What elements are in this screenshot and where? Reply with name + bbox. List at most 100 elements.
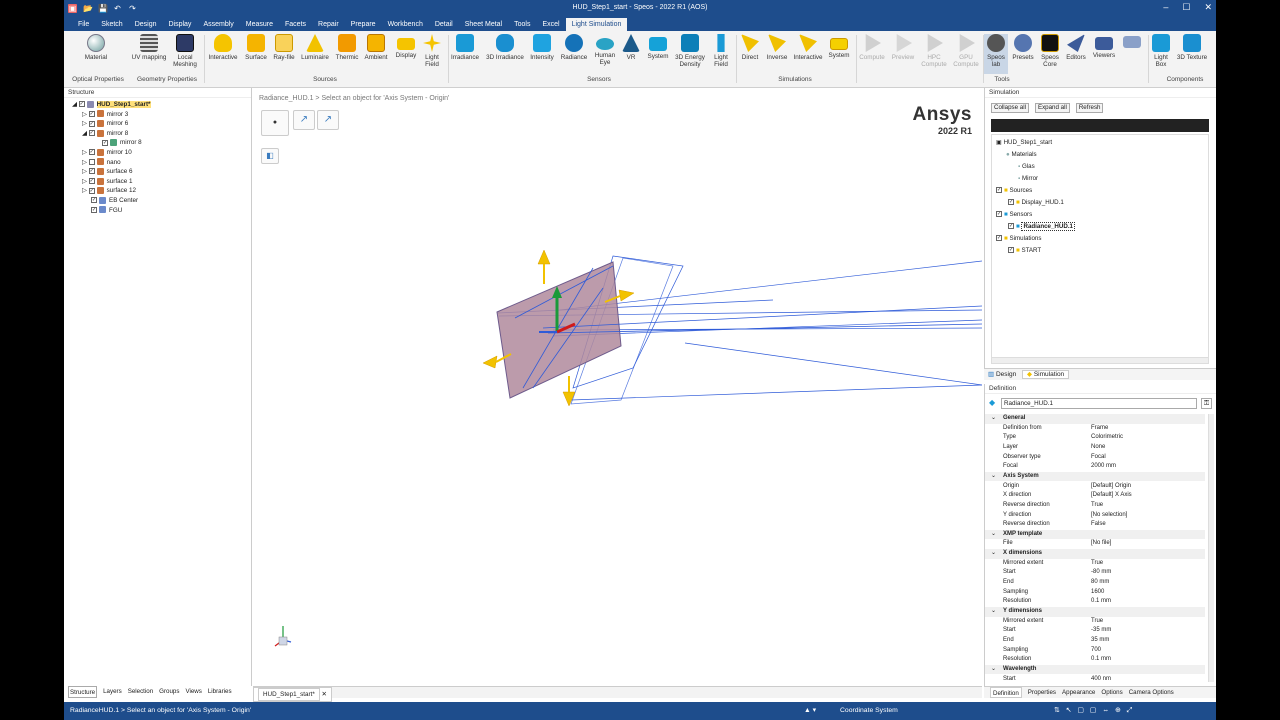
editors-button[interactable]: Editors	[1064, 34, 1088, 61]
property-row[interactable]: Resolution 0.1 mm	[985, 655, 1205, 665]
tab-design[interactable]: Design	[129, 18, 163, 31]
3d-viewport[interactable]: Radiance_HUD.1 > Select an object for 'A…	[253, 88, 982, 686]
property-section[interactable]: ⌄ General	[985, 414, 1205, 424]
lock-icon[interactable]: ⚿	[1201, 398, 1212, 409]
tab-sheet-metal[interactable]: Sheet Metal	[459, 18, 508, 31]
tab-simulation-panel[interactable]: ◆ Simulation	[1022, 370, 1070, 379]
out-button[interactable]	[1122, 34, 1142, 50]
property-value[interactable]: [No file]	[1091, 539, 1111, 549]
tab-assembly[interactable]: Assembly	[197, 18, 239, 31]
luminaire-button[interactable]: Luminaire	[300, 34, 330, 61]
property-section[interactable]: ⌄ XMP template	[985, 529, 1205, 540]
property-row[interactable]: Resolution 0.1 mm	[985, 597, 1205, 607]
property-value[interactable]: True	[1091, 617, 1103, 627]
direct-simulation-button[interactable]: Direct	[738, 34, 762, 61]
uv-mapping-button[interactable]: UV mapping	[130, 34, 168, 61]
tab-excel[interactable]: Excel	[536, 18, 565, 31]
tab-camera-options[interactable]: Camera Options	[1129, 687, 1174, 698]
interactive-source-button[interactable]: Interactive	[207, 34, 239, 61]
light-field-source-button[interactable]: Light Field	[421, 34, 443, 68]
property-value[interactable]: 700	[1091, 646, 1101, 656]
tab-file[interactable]: File	[72, 18, 95, 31]
checkbox[interactable]: ✓	[1008, 199, 1014, 206]
sim-tree-item[interactable]: ▪ Mirror	[1018, 174, 1038, 183]
human-eye-button[interactable]: Human Eye	[592, 34, 618, 66]
property-section[interactable]: ⌄ X dimensions	[985, 549, 1205, 559]
property-value[interactable]: [No selection]	[1091, 511, 1127, 521]
texture-3d-button[interactable]: 3D Texture	[1174, 34, 1210, 61]
collapse-icon[interactable]: ⌄	[991, 414, 996, 424]
expand-icon[interactable]: ▷	[82, 159, 89, 166]
property-row[interactable]: X direction [Default] X Axis	[985, 491, 1205, 501]
inverse-simulation-button[interactable]: Inverse	[764, 34, 790, 61]
property-row[interactable]: Y direction [No selection]	[985, 511, 1205, 521]
intensity-sensor-button[interactable]: Intensity	[528, 34, 556, 61]
expand-all-button[interactable]: Expand all	[1034, 103, 1070, 113]
property-value[interactable]: 0.1 mm	[1091, 655, 1111, 665]
tree-item[interactable]: ✓ mirror 8	[64, 138, 251, 148]
tree-item-root[interactable]: ◢ ✓ HUD_Step1_start*	[64, 100, 251, 110]
light-box-button[interactable]: Light Box	[1150, 34, 1172, 68]
definition-scrollbar[interactable]	[1208, 414, 1214, 682]
property-value[interactable]: 1600	[1091, 588, 1104, 598]
interactive-simulation-button[interactable]: Interactive	[792, 34, 824, 61]
tab-groups[interactable]: Groups	[159, 686, 179, 698]
checkbox[interactable]: ✓	[88, 168, 95, 175]
property-section[interactable]: ⌄ Axis System	[985, 471, 1205, 482]
property-row[interactable]: Focal 2000 mm	[985, 462, 1205, 472]
surface-source-button[interactable]: Surface	[244, 34, 268, 61]
horizontal-scrollbar[interactable]	[992, 357, 1208, 363]
checkbox[interactable]: ✓	[88, 178, 95, 185]
tab-repair[interactable]: Repair	[312, 18, 345, 31]
collapse-icon[interactable]: ⌄	[991, 530, 996, 540]
ray-file-button[interactable]: Ray-file	[272, 34, 296, 61]
tab-properties[interactable]: Properties	[1028, 687, 1056, 698]
tab-display[interactable]: Display	[162, 18, 197, 31]
property-row[interactable]: Start 400 nm	[985, 675, 1205, 685]
checkbox[interactable]: ✓	[102, 139, 108, 146]
tab-light-simulation[interactable]: Light Simulation	[565, 18, 628, 31]
collapse-icon[interactable]: ◢	[72, 101, 79, 108]
property-row[interactable]: End 80 mm	[985, 578, 1205, 588]
property-section[interactable]: ⌄ Wavelength	[985, 664, 1205, 675]
tab-layers[interactable]: Layers	[103, 686, 122, 698]
system-sensor-button[interactable]: System	[645, 34, 671, 60]
document-tab[interactable]: HUD_Step1_start* ✕	[253, 687, 332, 702]
tab-definition[interactable]: Definition	[990, 687, 1022, 698]
property-value[interactable]: Frame	[1091, 424, 1108, 434]
gpu-compute-button[interactable]: GPU Compute	[952, 34, 980, 68]
irradiance-sensor-button[interactable]: Irradiance	[450, 34, 480, 61]
sim-tree-sensors[interactable]: ✓ ■ Sensors	[996, 210, 1032, 219]
checkbox[interactable]: ✓	[91, 206, 97, 213]
checkbox[interactable]: ✓	[1008, 247, 1014, 254]
maximize-button[interactable]: ☐	[1182, 2, 1190, 13]
tree-item[interactable]: ▷ ✓ surface 12	[64, 186, 251, 196]
radiance-sensor-button[interactable]: Radiance	[560, 34, 588, 61]
sim-tree-root[interactable]: ▣ HUD_Step1_start	[996, 138, 1052, 147]
property-value[interactable]: True	[1091, 559, 1103, 569]
checkbox[interactable]: ✓	[996, 211, 1002, 218]
tab-facets[interactable]: Facets	[279, 18, 312, 31]
checkbox[interactable]: ✓	[88, 120, 95, 127]
property-row[interactable]: Reverse direction True	[985, 501, 1205, 511]
sim-tree-item[interactable]: ▪ Glas	[1018, 162, 1035, 171]
light-field-sensor-button[interactable]: Light Field	[710, 34, 732, 68]
property-value[interactable]: Colorimetric	[1091, 433, 1123, 443]
property-value[interactable]: 35 mm	[1091, 636, 1109, 646]
tab-prepare[interactable]: Prepare	[345, 18, 382, 31]
sim-tree-item-selected[interactable]: ✓ ■ Radiance_HUD.1	[1008, 222, 1076, 231]
property-value[interactable]: False	[1091, 520, 1106, 530]
checkbox[interactable]	[88, 158, 95, 165]
tree-item[interactable]: ▷ ✓ surface 6	[64, 167, 251, 177]
checkbox[interactable]: ✓	[88, 149, 95, 156]
system-simulation-button[interactable]: System	[826, 34, 852, 59]
ambient-button[interactable]: Ambient	[362, 34, 390, 61]
property-value[interactable]: 80 mm	[1091, 578, 1109, 588]
thermic-button[interactable]: Thermic	[334, 34, 360, 61]
checkbox[interactable]: ✓	[88, 187, 95, 194]
checkbox[interactable]: ✓	[996, 187, 1002, 194]
property-row[interactable]: File [No file]	[985, 539, 1205, 549]
tab-tools[interactable]: Tools	[508, 18, 536, 31]
collapse-icon[interactable]: ⌄	[991, 472, 996, 482]
speos-core-button[interactable]: Speos Core	[1038, 34, 1062, 68]
